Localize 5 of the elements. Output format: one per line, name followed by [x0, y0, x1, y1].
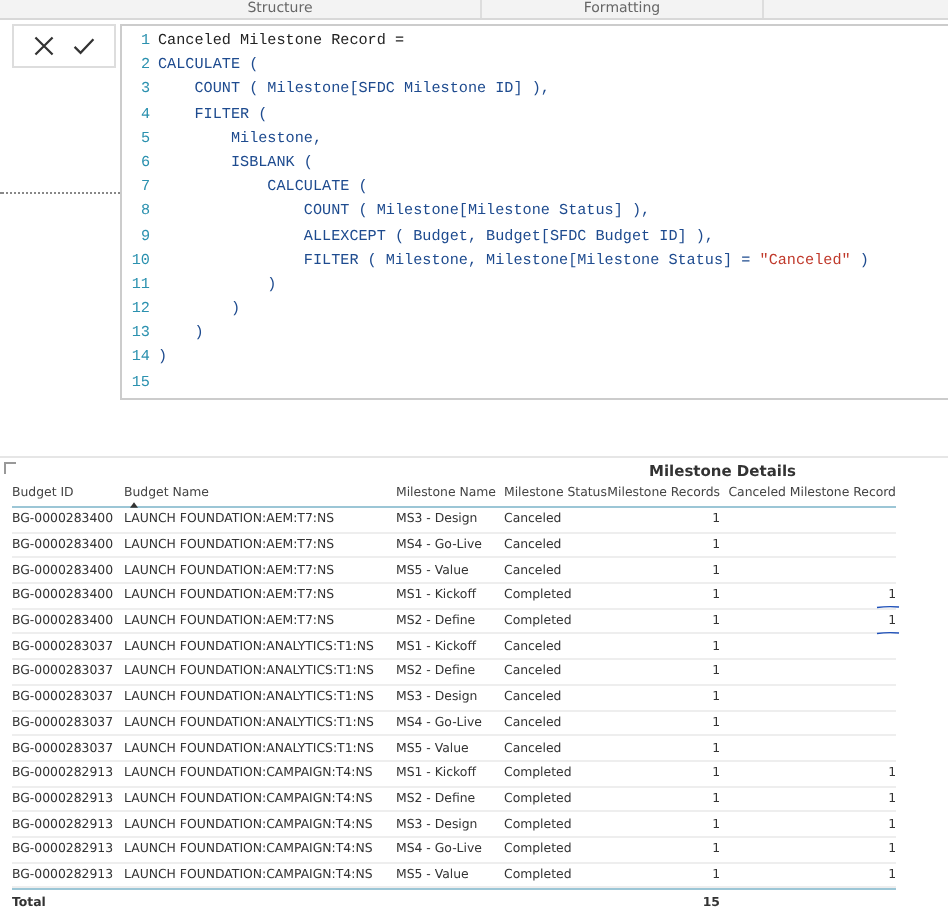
formula-editor[interactable] [120, 24, 948, 400]
corner-handle-icon [4, 462, 16, 474]
sort-arrow-icon[interactable] [130, 502, 138, 508]
close-icon[interactable] [32, 34, 56, 58]
checkmark-icon[interactable] [72, 34, 96, 58]
